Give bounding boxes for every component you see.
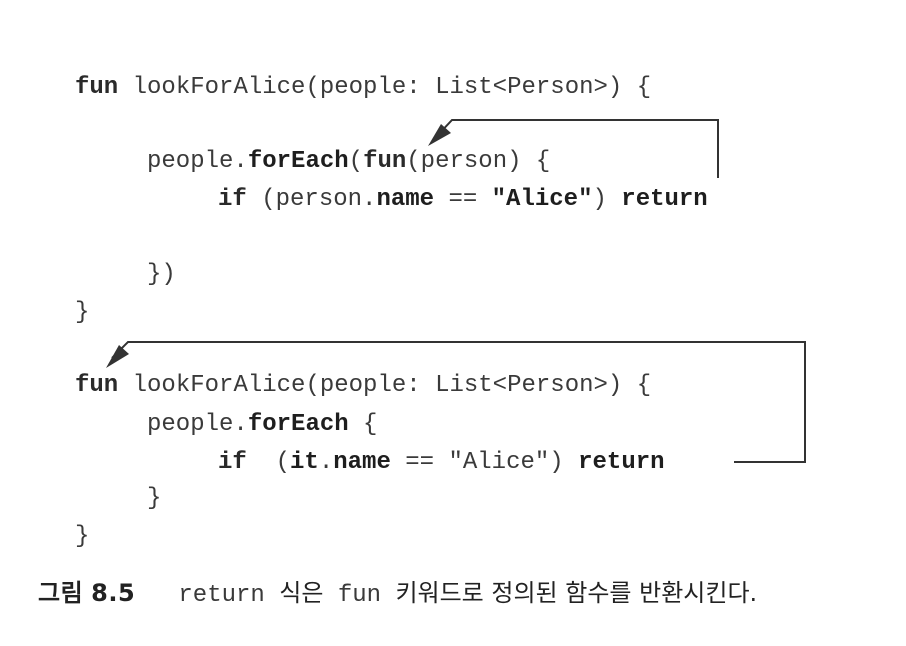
- return-arrows-diagram: [106, 119, 806, 463]
- caption-text-1: 식은: [279, 579, 324, 607]
- figure-caption: 그림 8.5 return 식은 fun 키워드로 정의된 함수를 반환시킨다.: [38, 578, 757, 611]
- caption-keyword-fun: fun: [337, 582, 382, 609]
- figure-label: 그림: [38, 579, 84, 607]
- figure-number: 8.5: [91, 579, 136, 607]
- caption-keyword-return: return: [178, 582, 265, 609]
- arrowhead-icon: [106, 345, 129, 368]
- arrow-anonymous-function-return: [435, 119, 719, 178]
- caption-text-2: 키워드로 정의된 함수를 반환시킨다.: [395, 579, 758, 607]
- arrow-lambda-return: [111, 341, 806, 463]
- arrowhead-icon: [428, 124, 451, 146]
